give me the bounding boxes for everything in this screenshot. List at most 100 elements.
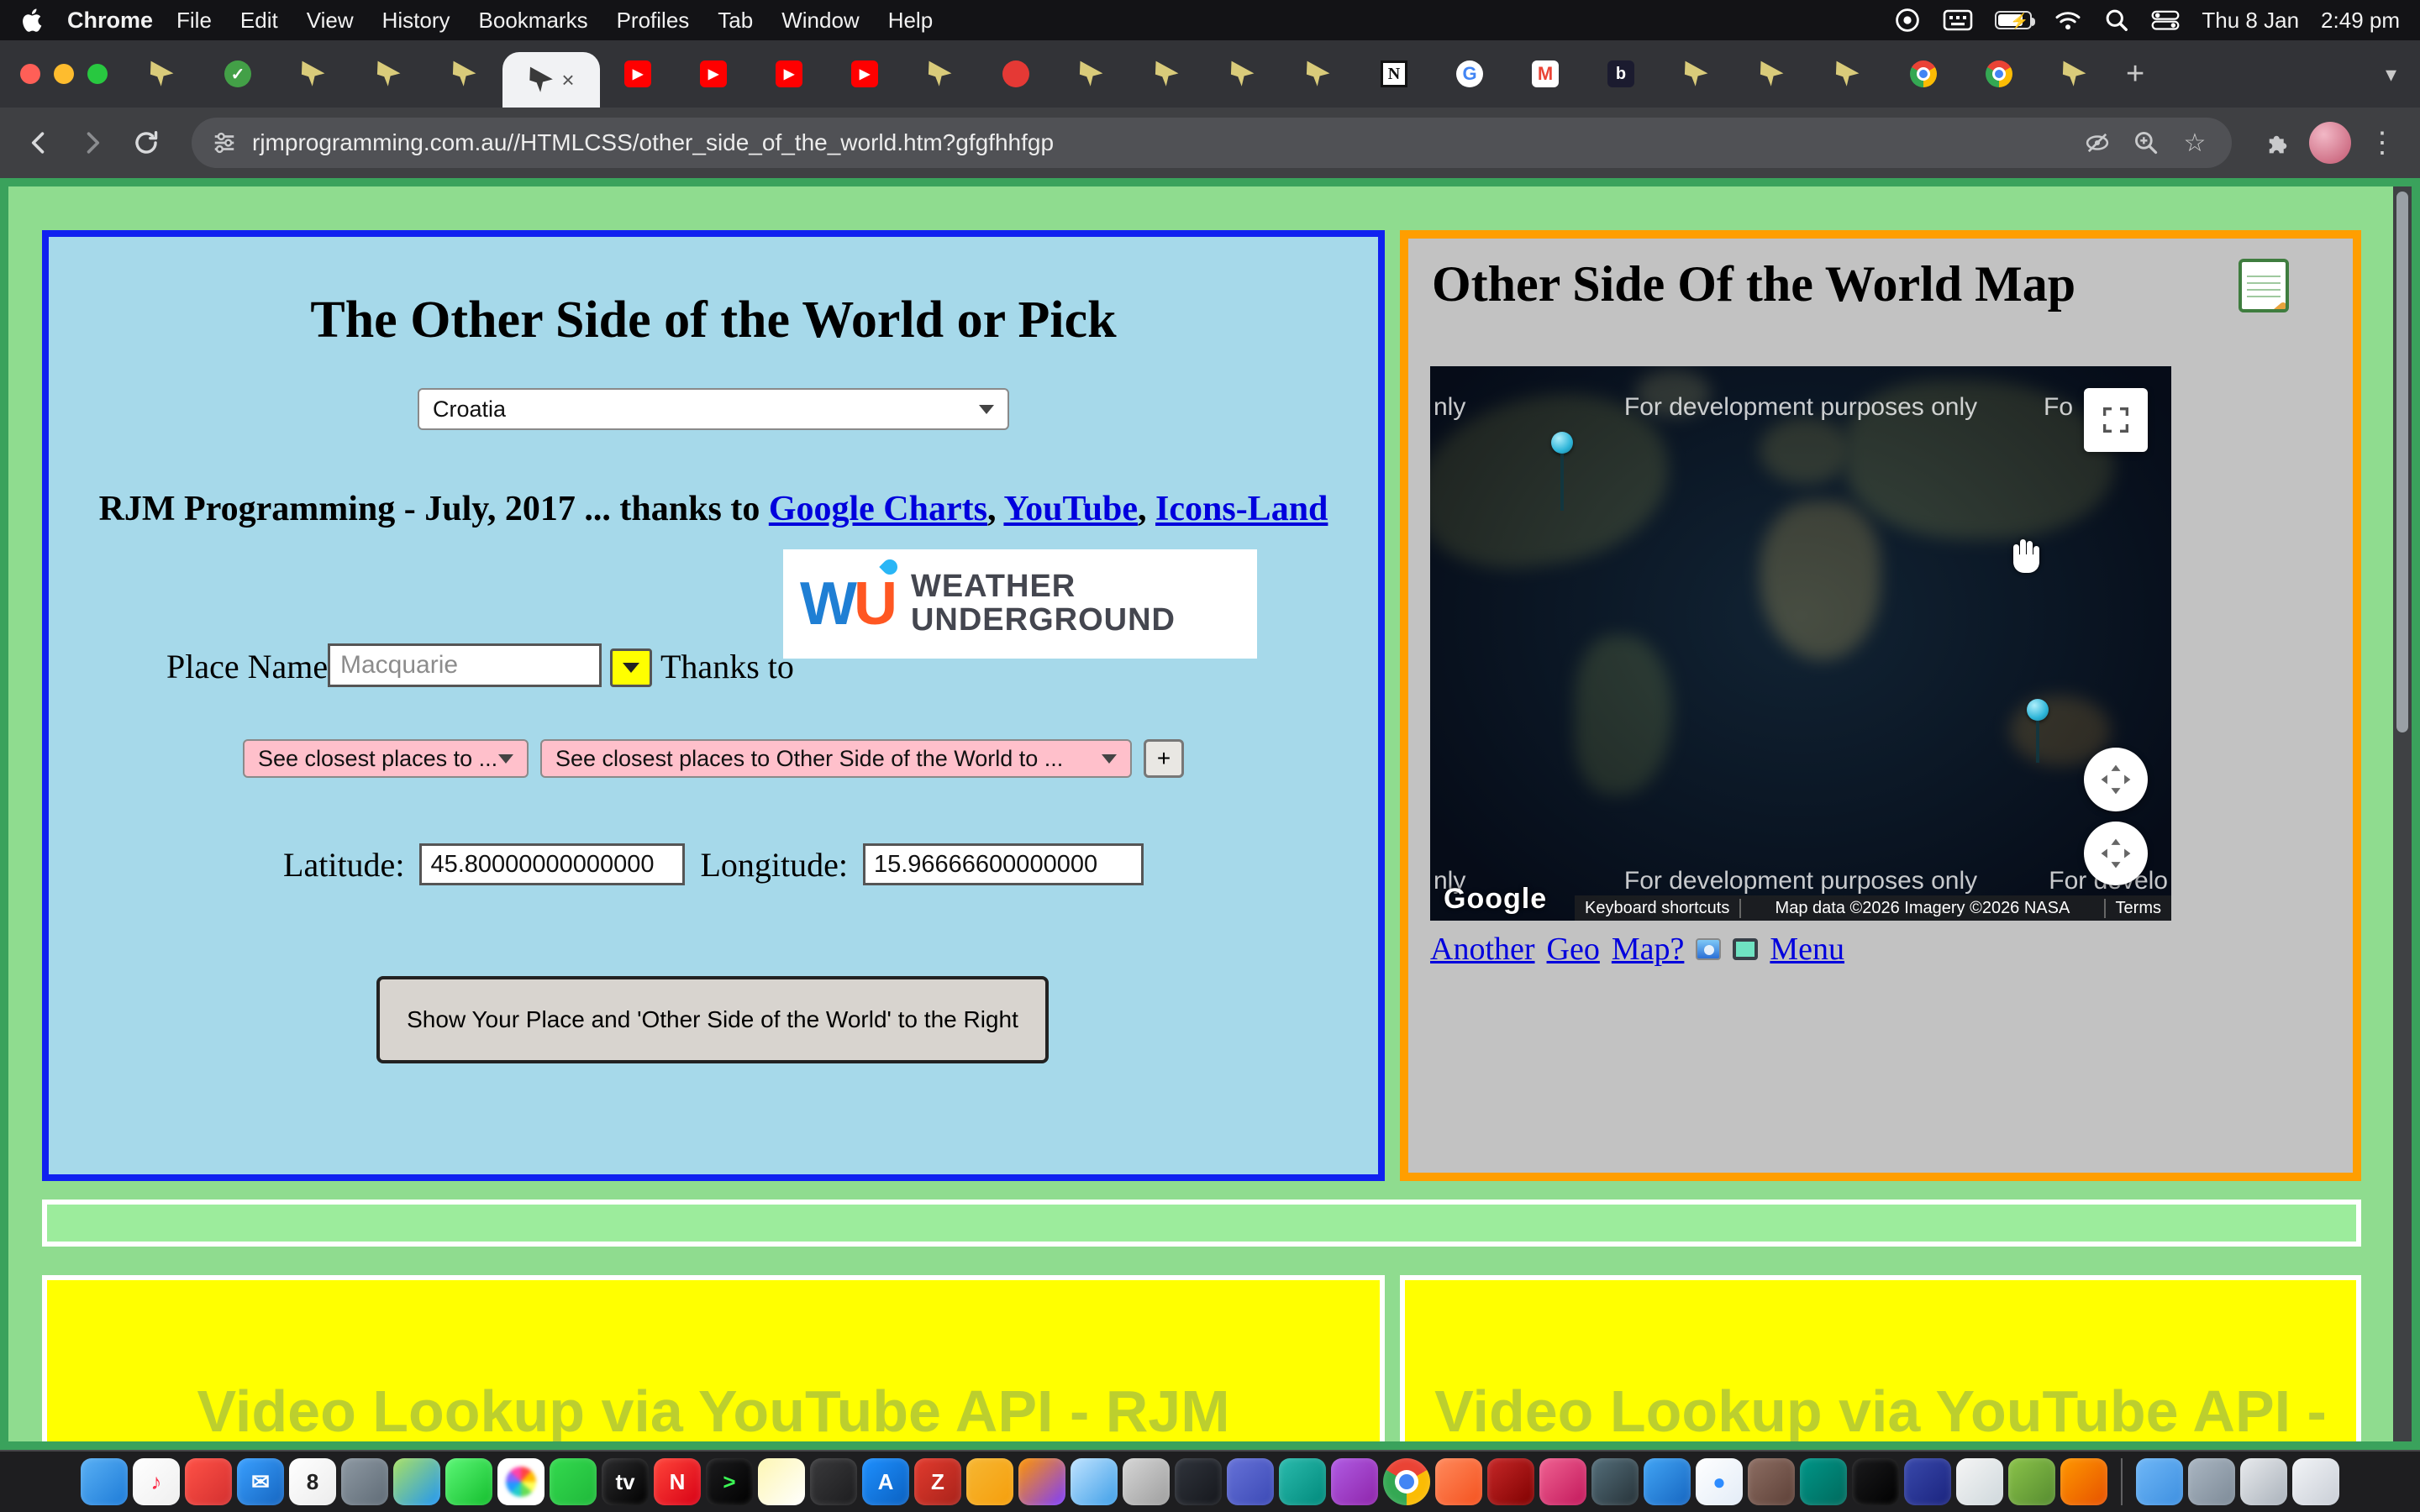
browser-tab[interactable]: [1961, 40, 2037, 108]
dock-app-33[interactable]: [1748, 1458, 1795, 1505]
geo-blue-icon[interactable]: [1696, 938, 1721, 960]
browser-tab[interactable]: [276, 40, 351, 108]
dock-appstore[interactable]: A: [862, 1458, 909, 1505]
menubar-time[interactable]: 2:49 pm: [2321, 8, 2400, 34]
menu-item-view[interactable]: View: [307, 8, 354, 34]
dock-app-28[interactable]: [1487, 1458, 1534, 1505]
active-tab[interactable]: ×: [502, 52, 600, 108]
dock-app-31[interactable]: [1644, 1458, 1691, 1505]
dock-app-24[interactable]: [1279, 1458, 1326, 1505]
map-pin-place[interactable]: [1551, 432, 1573, 511]
menu-item-window[interactable]: Window: [781, 8, 859, 34]
dock-tv[interactable]: tv: [602, 1458, 649, 1505]
browser-tab[interactable]: [124, 40, 200, 108]
dock-app-35[interactable]: [1852, 1458, 1899, 1505]
dock-zoom[interactable]: ●: [1696, 1458, 1743, 1505]
forward-button[interactable]: [71, 121, 114, 165]
browser-tab[interactable]: [1659, 40, 1734, 108]
dock-app-25[interactable]: [1331, 1458, 1378, 1505]
dock-app-37[interactable]: [1956, 1458, 2003, 1505]
menu-item-bookmarks[interactable]: Bookmarks: [479, 8, 588, 34]
dock-app-29[interactable]: [1539, 1458, 1586, 1505]
menu-app-name[interactable]: Chrome: [67, 8, 153, 34]
browser-tab[interactable]: [902, 40, 978, 108]
monitor-icon[interactable]: [1733, 938, 1758, 960]
dock-calendar[interactable]: 8: [289, 1458, 336, 1505]
dock-app-38[interactable]: [2008, 1458, 2055, 1505]
dock-app-18[interactable]: [966, 1458, 1013, 1505]
wifi-icon[interactable]: [2054, 9, 2082, 31]
browser-tab[interactable]: [1886, 40, 1961, 108]
dock-downloads-folder[interactable]: [2136, 1458, 2183, 1505]
browser-tab[interactable]: ▶: [827, 40, 902, 108]
menu-item-file[interactable]: File: [176, 8, 212, 34]
dock-notes[interactable]: [758, 1458, 805, 1505]
browser-tab[interactable]: [1054, 40, 1129, 108]
browser-tab[interactable]: ▶: [676, 40, 751, 108]
profile-avatar[interactable]: [2309, 122, 2351, 164]
map-question-link[interactable]: Map?: [1612, 931, 1685, 968]
dock-trash[interactable]: [2292, 1458, 2339, 1505]
browser-tab[interactable]: [1810, 40, 1886, 108]
dock-filezilla[interactable]: Z: [914, 1458, 961, 1505]
fullscreen-button[interactable]: [2084, 388, 2148, 452]
dock-app-39[interactable]: [2060, 1458, 2107, 1505]
dock-documents-folder[interactable]: [2188, 1458, 2235, 1505]
browser-tab[interactable]: [1129, 40, 1205, 108]
browser-tab[interactable]: [1205, 40, 1281, 108]
dock-facetime[interactable]: [550, 1458, 597, 1505]
reload-button[interactable]: [124, 121, 168, 165]
dock-app-23[interactable]: [1227, 1458, 1274, 1505]
google-charts-link[interactable]: Google Charts: [769, 490, 987, 528]
menu-item-help[interactable]: Help: [888, 8, 933, 34]
browser-tab[interactable]: ▶: [600, 40, 676, 108]
status-badge-icon[interactable]: [1894, 7, 1921, 34]
extensions-puzzle-icon[interactable]: [2255, 121, 2299, 165]
dock-app-22[interactable]: [1175, 1458, 1222, 1505]
add-button[interactable]: +: [1144, 739, 1184, 778]
battery-icon[interactable]: ⚡: [1995, 11, 2032, 29]
browser-menu-kebab-icon[interactable]: ⋮: [2361, 126, 2403, 160]
dock-news[interactable]: N: [654, 1458, 701, 1505]
closest-places-select[interactable]: See closest places to ...: [243, 739, 529, 778]
map-pin-otherside[interactable]: [2027, 699, 2049, 763]
dock-app-36[interactable]: [1904, 1458, 1951, 1505]
pan-control-button[interactable]: [2084, 822, 2148, 885]
google-logo[interactable]: Google: [1444, 883, 1547, 916]
browser-tab[interactable]: M: [1507, 40, 1583, 108]
dock-app-6[interactable]: [341, 1458, 388, 1505]
scrollbar-thumb[interactable]: [2396, 192, 2408, 732]
back-button[interactable]: [17, 121, 60, 165]
dock-app-15[interactable]: [810, 1458, 857, 1505]
menu-link[interactable]: Menu: [1770, 931, 1844, 968]
minimize-window-button[interactable]: [54, 64, 74, 84]
privacy-eye-icon[interactable]: [2081, 126, 2114, 160]
dock-mail[interactable]: ✉: [237, 1458, 284, 1505]
dock-terminal[interactable]: >: [706, 1458, 753, 1505]
latitude-input[interactable]: [419, 843, 685, 885]
country-select[interactable]: Croatia: [418, 388, 1009, 430]
zoom-icon[interactable]: [2129, 126, 2163, 160]
browser-tab[interactable]: [1734, 40, 1810, 108]
dock-app-21[interactable]: [1123, 1458, 1170, 1505]
place-dropdown-button[interactable]: [610, 648, 652, 687]
dock-app-3[interactable]: [185, 1458, 232, 1505]
keyboard-icon[interactable]: [1943, 9, 1973, 31]
dock-stack[interactable]: [2240, 1458, 2287, 1505]
notepad-icon[interactable]: [2238, 259, 2289, 312]
menu-item-profiles[interactable]: Profiles: [617, 8, 690, 34]
omnibox[interactable]: rjmprogramming.com.au//HTMLCSS/other_sid…: [192, 118, 2232, 168]
dock-photos[interactable]: [497, 1458, 544, 1505]
pan-control-button[interactable]: [2084, 748, 2148, 811]
longitude-input[interactable]: [863, 843, 1144, 885]
site-info-icon[interactable]: [212, 130, 237, 155]
browser-tab[interactable]: [2037, 40, 2112, 108]
show-place-button[interactable]: Show Your Place and 'Other Side of the W…: [376, 976, 1049, 1063]
tab-search-chevron-icon[interactable]: ▾: [2375, 61, 2407, 87]
menu-item-history[interactable]: History: [382, 8, 450, 34]
browser-tab[interactable]: [978, 40, 1054, 108]
youtube-link[interactable]: YouTube: [1003, 490, 1138, 528]
browser-tab[interactable]: ▶: [751, 40, 827, 108]
control-center-icon[interactable]: [2151, 9, 2180, 31]
menu-item-edit[interactable]: Edit: [240, 8, 278, 34]
